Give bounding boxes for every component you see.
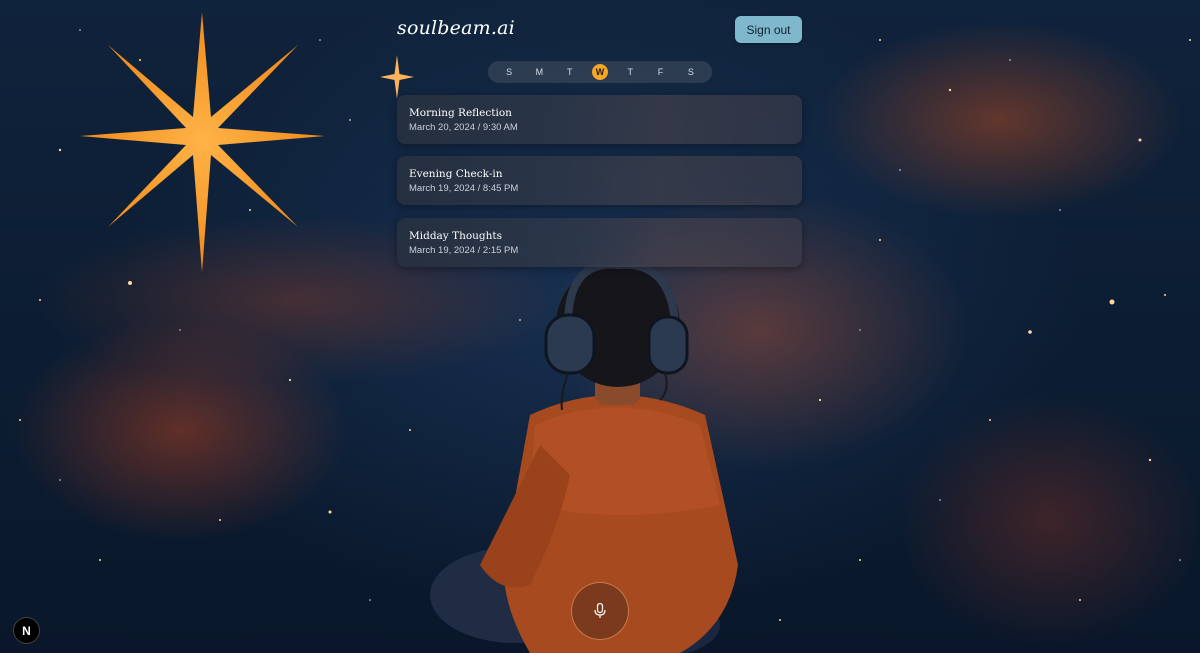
entry-title: Morning Reflection (409, 107, 512, 119)
microphone-icon (594, 603, 606, 618)
day-saturday[interactable]: S (683, 64, 699, 80)
small-star-icon (380, 55, 414, 99)
entry-timestamp: March 19, 2024 / 8:45 PM (409, 183, 519, 194)
journal-entry-card[interactable]: Morning Reflection March 20, 2024 / 9:30… (397, 95, 802, 144)
day-friday[interactable]: F (653, 64, 669, 80)
day-monday[interactable]: M (531, 64, 547, 80)
day-wednesday-selected[interactable]: W (591, 64, 608, 80)
app-logo[interactable]: soulbeam.ai (397, 17, 515, 39)
day-thursday[interactable]: T (622, 64, 638, 80)
entry-timestamp: March 20, 2024 / 9:30 AM (409, 122, 518, 133)
dev-tools-badge[interactable]: N (13, 617, 40, 644)
journal-entry-card[interactable]: Evening Check-in March 19, 2024 / 8:45 P… (397, 156, 802, 205)
microphone-button[interactable] (571, 582, 629, 640)
day-sunday[interactable]: S (501, 64, 517, 80)
weekday-selector: S M T W T F S (488, 61, 712, 83)
journal-entry-card[interactable]: Midday Thoughts March 19, 2024 / 2:15 PM (397, 218, 802, 267)
entry-title: Evening Check-in (409, 168, 503, 180)
entry-timestamp: March 19, 2024 / 2:15 PM (409, 245, 519, 256)
day-tuesday[interactable]: T (562, 64, 578, 80)
sign-out-button[interactable]: Sign out (735, 16, 802, 43)
entry-title: Midday Thoughts (409, 230, 503, 242)
sparkle-star-icon (80, 12, 325, 272)
